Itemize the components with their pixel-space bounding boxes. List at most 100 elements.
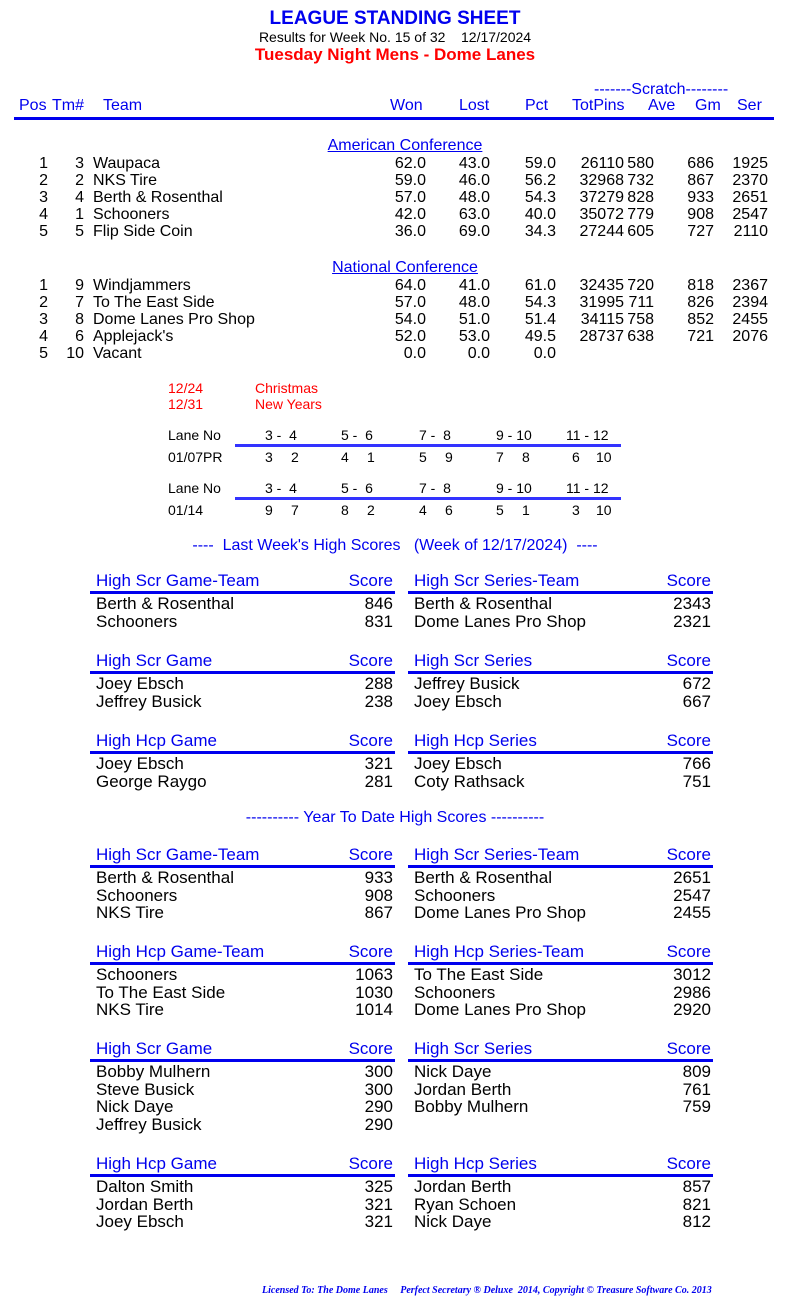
bowler-name: Nick Daye [96, 1097, 174, 1116]
cell-lost: 48.0 [458, 189, 490, 206]
score-value: 281 [364, 771, 393, 791]
high-score-row: Joey Ebsch 288 [90, 675, 395, 693]
lane-divider [235, 444, 621, 447]
bowler-name: Berth & Rosenthal [96, 868, 234, 887]
cell-totpins: 31995 [579, 294, 625, 311]
high-score-row: Joey Ebsch 766 [408, 755, 713, 773]
lane-pair-label: 3 - 4 [265, 427, 297, 443]
bowler-name: Dalton Smith [96, 1177, 194, 1196]
cell-ave: 711 [628, 294, 654, 311]
team-number: 5 [496, 502, 504, 518]
high-score-box: High Hcp Game Score Joey Ebsch 321 George Ra… [90, 731, 395, 790]
bowler-name: Coty Rathsack [414, 771, 525, 791]
bowler-name: Bobby Mulhern [96, 1062, 211, 1081]
lane-pair-label: 7 - 8 [419, 427, 451, 443]
cell-totpins: 32435 [579, 277, 625, 294]
standings-row: 2 2 NKS Tire 59.0 46.0 56.2 32968 732 867 2370 [0, 172, 800, 189]
cell-won: 0.0 [403, 345, 426, 362]
col-won: Won [390, 97, 423, 114]
high-score-box: High Hcp Game Score Dalton Smith 325 Jordan … [90, 1154, 395, 1231]
score-column-label: Score [348, 571, 393, 590]
standings-row: 5 10 Vacant 0.0 0.0 0.0 [0, 345, 800, 362]
cell-team: Waupaca [93, 155, 160, 172]
bowler-name: Schooners [96, 885, 178, 905]
score-value: 1030 [355, 982, 393, 1002]
score-column-label: Score [348, 1039, 393, 1058]
high-score-box-header: High Hcp Series-Team Score [408, 942, 713, 965]
cell-pct: 54.3 [524, 294, 556, 311]
cell-ser: 2394 [732, 294, 768, 311]
cell-totpins: 37279 [579, 189, 625, 206]
lane-pair-label: 7 - 8 [419, 480, 451, 496]
score-value: 809 [682, 1062, 711, 1081]
high-score-row: George Raygo 281 [90, 771, 395, 791]
score-column-label: Score [666, 1154, 711, 1173]
team-number: 3 [572, 502, 580, 518]
high-score-row: Nick Daye 812 [408, 1213, 713, 1231]
cell-lost: 69.0 [458, 223, 490, 240]
category-label: High Hcp Series [414, 1154, 537, 1173]
team-number: 5 [419, 449, 427, 465]
cell-ave: 638 [627, 328, 654, 345]
high-score-row: Jeffrey Busick 290 [90, 1115, 395, 1133]
high-score-row: Dome Lanes Pro Shop 2321 [408, 612, 713, 630]
high-score-row: Schooners 2547 [408, 886, 713, 904]
cell-totpins: 35072 [579, 206, 625, 223]
category-label: High Hcp Game [96, 731, 217, 750]
score-value: 300 [364, 1062, 393, 1081]
team-number: 6 [572, 449, 580, 465]
cell-won: 57.0 [394, 294, 426, 311]
standings-row: 3 4 Berth & Rosenthal 57.0 48.0 54.3 37279 828 9… [0, 189, 800, 206]
bowler-name: NKS Tire [96, 1000, 165, 1019]
cell-ser: 1925 [732, 155, 768, 172]
license-footer: Licensed To: The Dome Lanes Perfect Secr… [262, 1285, 712, 1296]
category-label: High Hcp Game [96, 1154, 217, 1173]
cell-ave: 732 [627, 172, 654, 189]
cell-team: Flip Side Coin [93, 223, 193, 240]
team-number: 1 [522, 502, 530, 518]
cell-team: Windjammers [93, 277, 191, 294]
score-value: 908 [364, 885, 393, 905]
cell-ser: 2455 [732, 311, 768, 328]
lane-pair-label: 5 - 6 [341, 427, 373, 443]
cell-pos: 1 [39, 277, 48, 294]
cell-pct: 40.0 [524, 206, 556, 223]
high-score-row: Berth & Rosenthal 2343 [408, 595, 713, 613]
score-value: 2920 [673, 1000, 711, 1019]
high-score-box-header: High Hcp Game Score [90, 1154, 395, 1177]
cell-ave: 758 [627, 311, 654, 328]
league-name: Tuesday Night Mens - Dome Lanes [254, 45, 536, 64]
category-label: High Scr Game-Team [96, 571, 260, 590]
score-value: 766 [682, 754, 711, 773]
high-score-box-header: High Hcp Game Score [90, 731, 395, 754]
bowler-name: Jeffrey Busick [414, 674, 520, 693]
cell-pos: 4 [39, 328, 48, 345]
score-value: 321 [364, 754, 393, 773]
cell-gm: 908 [687, 206, 714, 223]
high-score-row: To The East Side 3012 [408, 966, 713, 984]
category-label: High Scr Series-Team [414, 845, 580, 864]
score-column-label: Score [348, 845, 393, 864]
score-value: 831 [364, 611, 393, 631]
score-value: 867 [364, 903, 393, 922]
conference-heading: American Conference [327, 137, 483, 154]
cell-team: Schooners [93, 206, 170, 223]
high-score-box: High Scr Series Score Nick Daye 809 Jordan B… [408, 1039, 713, 1116]
category-label: High Hcp Series-Team [414, 942, 585, 961]
high-score-row: Schooners 1063 [90, 966, 395, 984]
conference-heading: National Conference [332, 259, 478, 276]
lane-divider [235, 497, 621, 500]
cell-tm: 7 [75, 294, 84, 311]
high-score-box-header: High Scr Series-Team Score [408, 571, 713, 594]
bowler-name: Joey Ebsch [414, 691, 502, 711]
score-value: 821 [682, 1194, 711, 1214]
high-score-row: Steve Busick 300 [90, 1080, 395, 1098]
cell-tm: 4 [75, 189, 84, 206]
score-value: 290 [364, 1097, 393, 1116]
high-score-box-header: High Scr Game Score [90, 1039, 395, 1062]
cell-pos: 1 [39, 155, 48, 172]
cell-totpins: 27244 [579, 223, 625, 240]
category-label: High Hcp Game-Team [96, 942, 265, 961]
header-divider [14, 117, 774, 120]
standings-row: 2 7 To The East Side 57.0 48.0 54.3 31995 711 82… [0, 294, 800, 311]
